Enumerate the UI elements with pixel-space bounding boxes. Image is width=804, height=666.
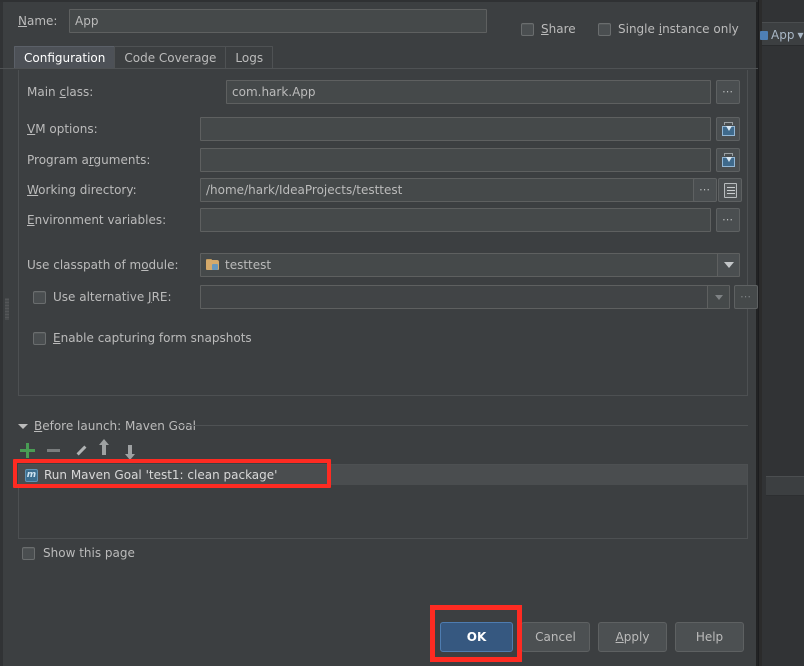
ellipsis-icon: ⋯ (699, 183, 711, 196)
program-arguments-label: Program arguments: (27, 153, 151, 167)
before-launch-task-list[interactable]: m Run Maven Goal 'test1: clean package' (18, 464, 748, 539)
program-arguments-row: Program arguments: (19, 148, 740, 172)
use-alternative-jre-checkbox[interactable]: Use alternative JRE: (33, 290, 172, 304)
help-button[interactable]: Help (675, 622, 744, 652)
module-folder-icon (206, 259, 220, 271)
environment-variables-label: Environment variables: (27, 213, 167, 227)
macros-list-icon (723, 182, 737, 198)
ellipsis-icon: ⋯ (740, 290, 752, 303)
add-button[interactable] (20, 442, 35, 458)
checkbox-box (33, 290, 46, 304)
alternative-jre-browse-button[interactable]: ⋯ (734, 285, 758, 309)
configuration-tabs: Configuration Code Coverage Logs (14, 46, 274, 69)
move-down-button[interactable] (124, 443, 139, 460)
working-directory-label: Working directory: (27, 183, 137, 197)
main-class-input[interactable] (226, 80, 711, 104)
dialog-left-edge (0, 2, 3, 666)
vm-options-row: VM options: (19, 117, 740, 141)
enable-capturing-form-snapshots-row: Enable capturing form snapshots (19, 326, 729, 350)
single-instance-only-checkbox[interactable]: Single instance only (598, 22, 739, 36)
before-launch-toolbar (20, 438, 139, 460)
name-label: Name: (18, 14, 58, 28)
before-launch-title: Before launch: Maven Goal (34, 419, 196, 433)
use-classpath-of-module-row: Use classpath of module: testtest (19, 253, 740, 277)
environment-variables-row: Environment variables: ⋯ (19, 208, 740, 232)
chevron-down-icon[interactable] (717, 254, 739, 276)
ide-panel-band (766, 476, 804, 496)
edit-button[interactable] (72, 443, 87, 458)
ellipsis-icon: ⋯ (722, 213, 734, 226)
before-launch-header[interactable]: Before launch: Maven Goal (18, 418, 748, 434)
environment-variables-browse-button[interactable]: ⋯ (716, 208, 740, 232)
program-arguments-expand-button[interactable] (716, 148, 740, 172)
ide-run-config-label: App (771, 28, 795, 42)
expand-editor-icon (721, 121, 736, 137)
checkbox-box (521, 22, 534, 36)
splitter-handle[interactable] (5, 298, 9, 320)
ellipsis-icon: ⋯ (722, 85, 734, 98)
ide-run-configuration-selector[interactable]: App ▾ (760, 26, 803, 44)
alternative-jre-combobox[interactable] (200, 285, 730, 309)
remove-button[interactable] (46, 443, 61, 458)
checkbox-box (22, 546, 35, 560)
configuration-panel: Main class: ⋯ VM options: Program argume… (18, 70, 758, 396)
dialog-button-bar: OK Cancel Apply Help (0, 622, 758, 654)
show-this-page-label: Show this page (43, 546, 135, 560)
vm-options-expand-button[interactable] (716, 117, 740, 141)
tab-configuration[interactable]: Configuration (14, 46, 116, 69)
enable-capturing-form-snapshots-checkbox[interactable]: Enable capturing form snapshots (33, 331, 252, 345)
working-directory-row: Working directory: ⋯ (19, 178, 742, 202)
module-icon (760, 30, 768, 40)
tab-logs[interactable]: Logs (225, 46, 274, 69)
environment-variables-input[interactable] (200, 208, 711, 232)
module-combobox-value: testtest (225, 258, 272, 272)
vm-options-input[interactable] (200, 117, 711, 141)
working-directory-macros-button[interactable] (718, 178, 742, 202)
cancel-button[interactable]: Cancel (521, 622, 590, 652)
enable-capturing-form-snapshots-label: Enable capturing form snapshots (53, 331, 252, 345)
checkbox-box (598, 22, 611, 36)
chevron-down-icon: ▾ (797, 28, 804, 42)
run-debug-configurations-dialog: Name: Share Single instance only Configu… (0, 0, 758, 666)
use-alternative-jre-label: Use alternative JRE: (53, 290, 172, 304)
working-directory-input[interactable] (200, 178, 697, 202)
module-combobox[interactable]: testtest (200, 253, 740, 277)
dialog-top-border (0, 0, 758, 2)
ide-right-strip (762, 0, 804, 666)
program-arguments-input[interactable] (200, 148, 711, 172)
working-directory-browse-button[interactable]: ⋯ (693, 178, 717, 202)
vm-options-label: VM options: (27, 122, 98, 136)
use-classpath-of-module-label: Use classpath of module: (27, 258, 179, 272)
before-launch-task-label: Run Maven Goal 'test1: clean package' (44, 468, 278, 482)
tab-code-coverage[interactable]: Code Coverage (114, 46, 227, 69)
apply-button[interactable]: Apply (598, 622, 667, 652)
caret-down-icon[interactable] (18, 423, 28, 429)
share-label: Share (541, 22, 576, 36)
main-class-browse-button[interactable]: ⋯ (716, 80, 740, 104)
main-class-label: Main class: (27, 85, 94, 99)
expand-editor-icon (721, 152, 736, 168)
checkbox-box (33, 331, 46, 345)
name-row: Name: Share Single instance only (0, 8, 758, 36)
move-up-button[interactable] (98, 438, 113, 458)
single-instance-only-label: Single instance only (618, 22, 739, 36)
before-launch-task-row[interactable]: m Run Maven Goal 'test1: clean package' (19, 465, 747, 485)
main-class-row: Main class: ⋯ (19, 80, 740, 104)
name-input[interactable] (69, 9, 487, 33)
ok-button[interactable]: OK (440, 622, 513, 652)
maven-icon: m (25, 468, 38, 482)
tab-underline (0, 68, 758, 69)
use-alternative-jre-row: Use alternative JRE: ⋯ (19, 285, 758, 309)
chevron-down-icon[interactable] (707, 286, 729, 308)
show-this-page-checkbox[interactable]: Show this page (22, 546, 135, 560)
before-launch-separator (176, 425, 748, 426)
share-checkbox[interactable]: Share (521, 22, 576, 36)
